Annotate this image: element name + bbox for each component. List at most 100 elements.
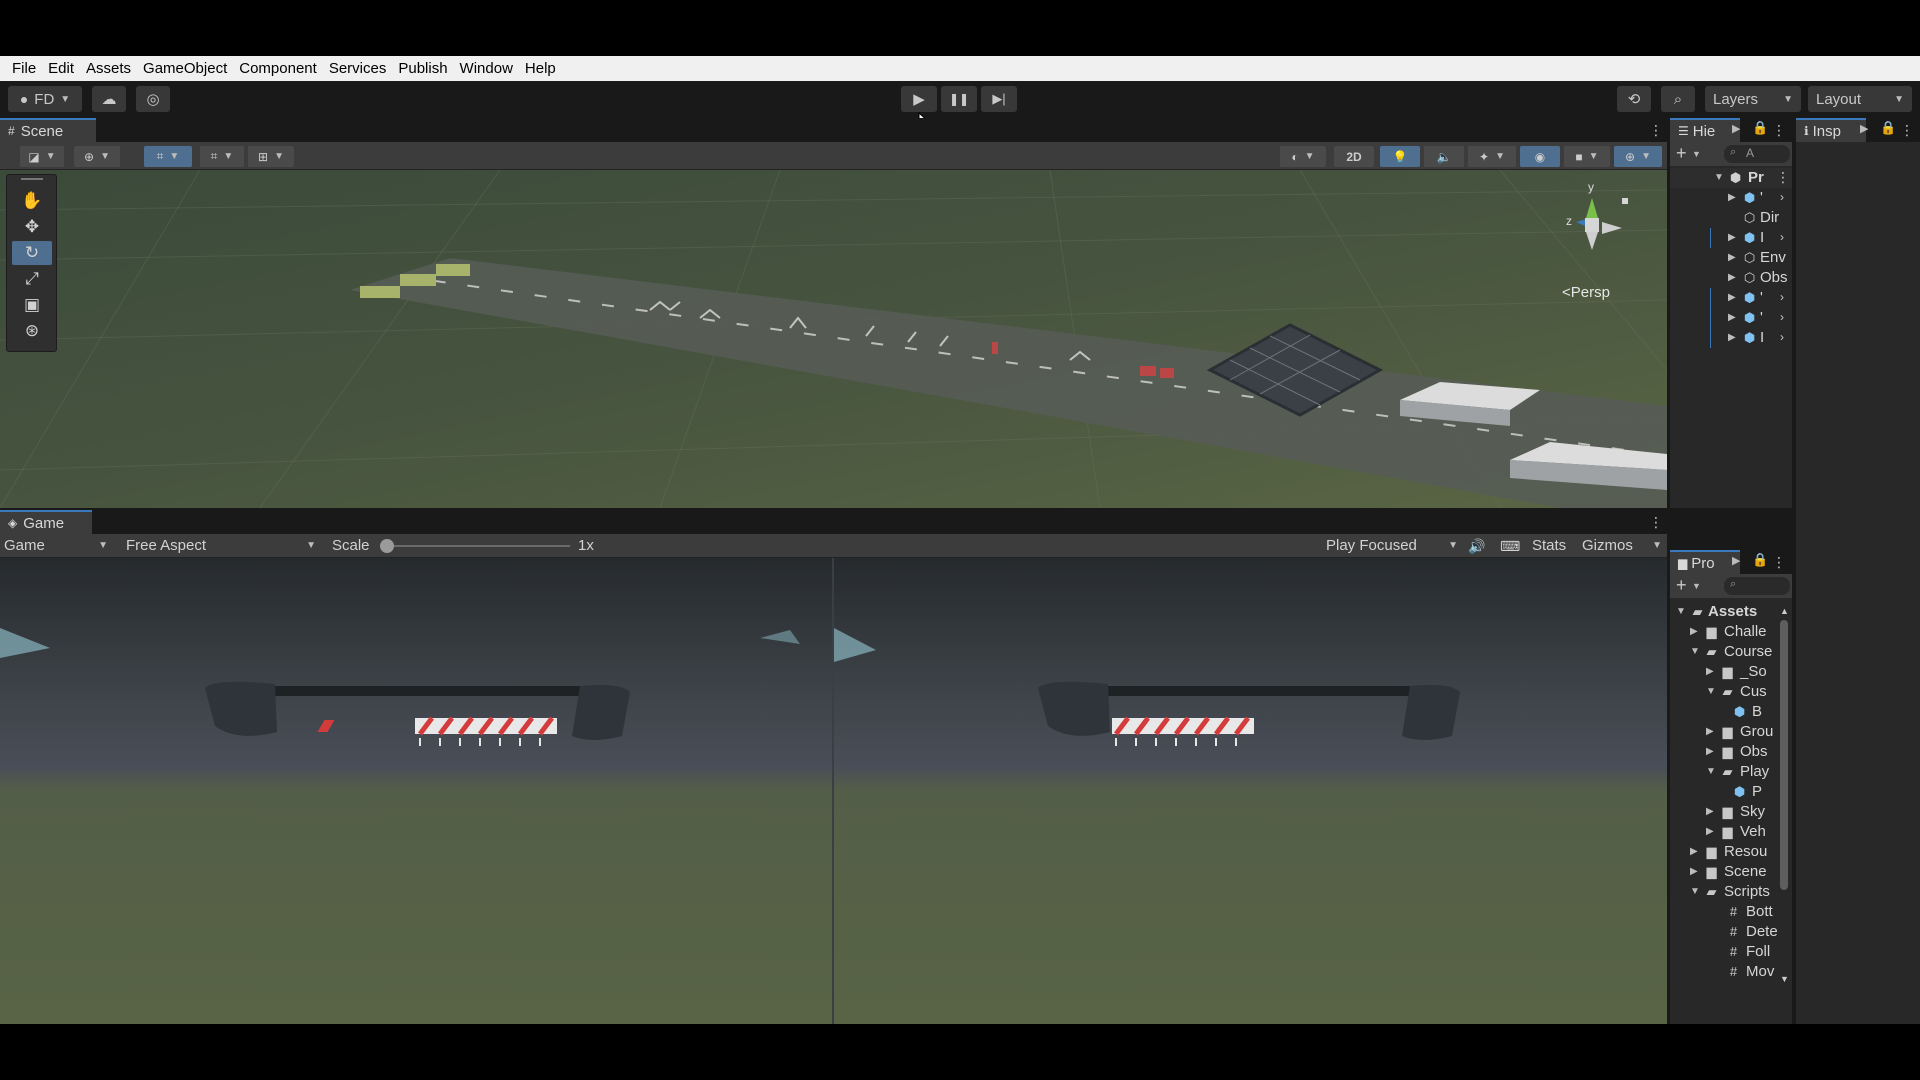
- menu-window[interactable]: Window: [454, 56, 519, 81]
- tab-project[interactable]: ▆ Pro: [1670, 550, 1740, 574]
- chevron-down-icon[interactable]: ▼: [1692, 149, 1701, 159]
- chevron-right-icon[interactable]: ›: [1780, 290, 1784, 304]
- menu-component[interactable]: Component: [233, 56, 323, 81]
- project-scrollbar[interactable]: ▲ ▼: [1778, 606, 1790, 984]
- aspect-dropdown[interactable]: Free Aspect ▼: [124, 534, 320, 558]
- game-viewport[interactable]: [0, 558, 1667, 1024]
- tree-item[interactable]: ▶ ▆ Obs: [1670, 742, 1792, 762]
- chevron-right-icon[interactable]: ▶: [1732, 554, 1740, 567]
- search-button[interactable]: ⌕: [1661, 86, 1695, 112]
- menu-edit[interactable]: Edit: [42, 56, 80, 81]
- scale-slider-thumb[interactable]: [380, 539, 394, 553]
- mute-audio-icon[interactable]: 🔊: [1468, 537, 1485, 555]
- chevron-down-icon[interactable]: ▼: [1780, 974, 1789, 984]
- tree-item[interactable]: # Bott: [1670, 902, 1792, 922]
- layout-dropdown[interactable]: Layout ▼: [1808, 86, 1912, 112]
- tree-item[interactable]: ⬡ Dir: [1670, 208, 1792, 228]
- projection-label[interactable]: <Persp: [1562, 284, 1610, 301]
- chevron-right-icon[interactable]: ›: [1780, 230, 1784, 244]
- drag-handle-icon[interactable]: [21, 178, 43, 180]
- gizmos-dropdown[interactable]: ⊕ ▼: [1614, 146, 1662, 167]
- tree-item[interactable]: ▶ ▆ Scene: [1670, 862, 1792, 882]
- cloud-button[interactable]: ☁: [92, 86, 126, 112]
- step-button[interactable]: ▶|: [981, 86, 1017, 112]
- project-scrollbar-thumb[interactable]: [1780, 620, 1788, 890]
- scene-visibility-toggle[interactable]: ◉: [1520, 146, 1560, 167]
- more-options-icon[interactable]: ⋮: [1772, 121, 1786, 139]
- camera-settings-dropdown[interactable]: ■ ▼: [1564, 146, 1610, 167]
- tab-scene[interactable]: # Scene: [0, 118, 96, 142]
- tab-game[interactable]: ◈ Game: [0, 510, 92, 534]
- more-options-icon[interactable]: ⋮: [1776, 169, 1790, 186]
- add-icon[interactable]: +: [1676, 143, 1687, 164]
- more-options-icon[interactable]: ⋮: [1772, 553, 1786, 571]
- rotate-tool[interactable]: ↻: [12, 241, 52, 265]
- menu-assets[interactable]: Assets: [80, 56, 137, 81]
- tree-item[interactable]: ▶ ⬢ I ›: [1670, 328, 1792, 348]
- tree-item[interactable]: ▼ ▰ Assets: [1670, 602, 1792, 622]
- move-tool[interactable]: ✥: [12, 215, 52, 239]
- play-button[interactable]: ▶: [901, 86, 937, 112]
- camera-dropdown[interactable]: ◐ ▼: [1280, 146, 1326, 167]
- tree-item[interactable]: ▶ ⬢ ' ›: [1670, 188, 1792, 208]
- audio-toggle[interactable]: 🔈: [1424, 146, 1464, 167]
- toggle-2d-button[interactable]: 2D: [1334, 146, 1374, 167]
- effects-dropdown[interactable]: ✦ ▼: [1468, 146, 1516, 167]
- gizmos-dropdown-game[interactable]: Gizmos ▼: [1582, 534, 1664, 558]
- tree-item[interactable]: ▼ ▰ Play: [1670, 762, 1792, 782]
- collab-button[interactable]: ◎: [136, 86, 170, 112]
- scale-slider[interactable]: [380, 539, 570, 553]
- pause-button[interactable]: ❚❚: [941, 86, 977, 112]
- tree-item[interactable]: ⬢ B: [1670, 702, 1792, 722]
- tree-item[interactable]: ▶ ⬡ Obs: [1670, 268, 1792, 288]
- tree-item[interactable]: ▶ ⬢ I ›: [1670, 228, 1792, 248]
- keyboard-shortcuts-icon[interactable]: ⌨: [1500, 537, 1520, 555]
- tree-item[interactable]: ▶ ⬢ ' ›: [1670, 288, 1792, 308]
- account-dropdown[interactable]: ● FD ▼: [8, 86, 82, 112]
- display-dropdown[interactable]: Game ▼: [4, 534, 112, 558]
- play-mode-dropdown[interactable]: Play Focused ▼: [1326, 534, 1458, 558]
- lock-icon[interactable]: 🔒: [1752, 120, 1768, 136]
- lighting-toggle[interactable]: 💡: [1380, 146, 1420, 167]
- tree-item[interactable]: ▶ ▆ Resou: [1670, 842, 1792, 862]
- rect-tool[interactable]: ▣: [12, 293, 52, 317]
- grid-snap-dropdown[interactable]: ⌗ ▼: [144, 146, 192, 167]
- menu-gameobject[interactable]: GameObject: [137, 56, 233, 81]
- chevron-down-icon[interactable]: ▼: [1692, 581, 1701, 591]
- chevron-right-icon[interactable]: ›: [1780, 330, 1784, 344]
- tree-item[interactable]: ▶ ▆ Challe: [1670, 622, 1792, 642]
- tree-item[interactable]: ⬢ P: [1670, 782, 1792, 802]
- lock-icon[interactable]: 🔒: [1752, 552, 1768, 568]
- tree-item[interactable]: # Foll: [1670, 942, 1792, 962]
- layers-dropdown[interactable]: Layers ▼: [1705, 86, 1801, 112]
- orientation-gizmo[interactable]: y z: [1540, 180, 1640, 270]
- tree-item[interactable]: # Mov: [1670, 962, 1792, 982]
- tree-item[interactable]: ▶ ▆ Veh: [1670, 822, 1792, 842]
- tree-item[interactable]: ▼ ▰ Scripts: [1670, 882, 1792, 902]
- chevron-right-icon[interactable]: ▶: [1860, 122, 1868, 135]
- chevron-right-icon[interactable]: ›: [1780, 190, 1784, 204]
- stats-button[interactable]: Stats: [1532, 537, 1566, 555]
- grid-visibility-dropdown[interactable]: ⌗ ▼: [200, 146, 244, 167]
- tab-hierarchy[interactable]: ☰ Hie: [1670, 118, 1740, 142]
- history-button[interactable]: ⟲: [1617, 86, 1651, 112]
- render-mode-dropdown[interactable]: ⊕ ▼: [74, 146, 120, 167]
- chevron-up-icon[interactable]: ▲: [1780, 606, 1789, 616]
- hand-tool[interactable]: ✋: [12, 189, 52, 213]
- more-options-icon[interactable]: ⋮: [1649, 513, 1663, 531]
- tree-item[interactable]: ▶ ⬢ ' ›: [1670, 308, 1792, 328]
- tree-item[interactable]: ▶ ▆ _So: [1670, 662, 1792, 682]
- tree-item[interactable]: ▶ ▆ Grou: [1670, 722, 1792, 742]
- snap-increment-dropdown[interactable]: ⊞ ▼: [248, 146, 294, 167]
- more-options-icon[interactable]: ⋮: [1649, 121, 1663, 139]
- lock-icon[interactable]: 🔒: [1880, 120, 1896, 136]
- menu-help[interactable]: Help: [519, 56, 562, 81]
- tab-inspector[interactable]: ℹ Insp: [1796, 118, 1866, 142]
- scale-tool[interactable]: ⤢: [12, 267, 52, 291]
- chevron-right-icon[interactable]: ›: [1780, 310, 1784, 324]
- hierarchy-search[interactable]: ⌕ A: [1724, 145, 1790, 163]
- tree-item[interactable]: ▶ ▆ Sky: [1670, 802, 1792, 822]
- draw-mode-dropdown[interactable]: ◪ ▼: [20, 146, 64, 167]
- tree-item[interactable]: ▼ ▰ Cus: [1670, 682, 1792, 702]
- tree-item[interactable]: ▼ ▰ Course: [1670, 642, 1792, 662]
